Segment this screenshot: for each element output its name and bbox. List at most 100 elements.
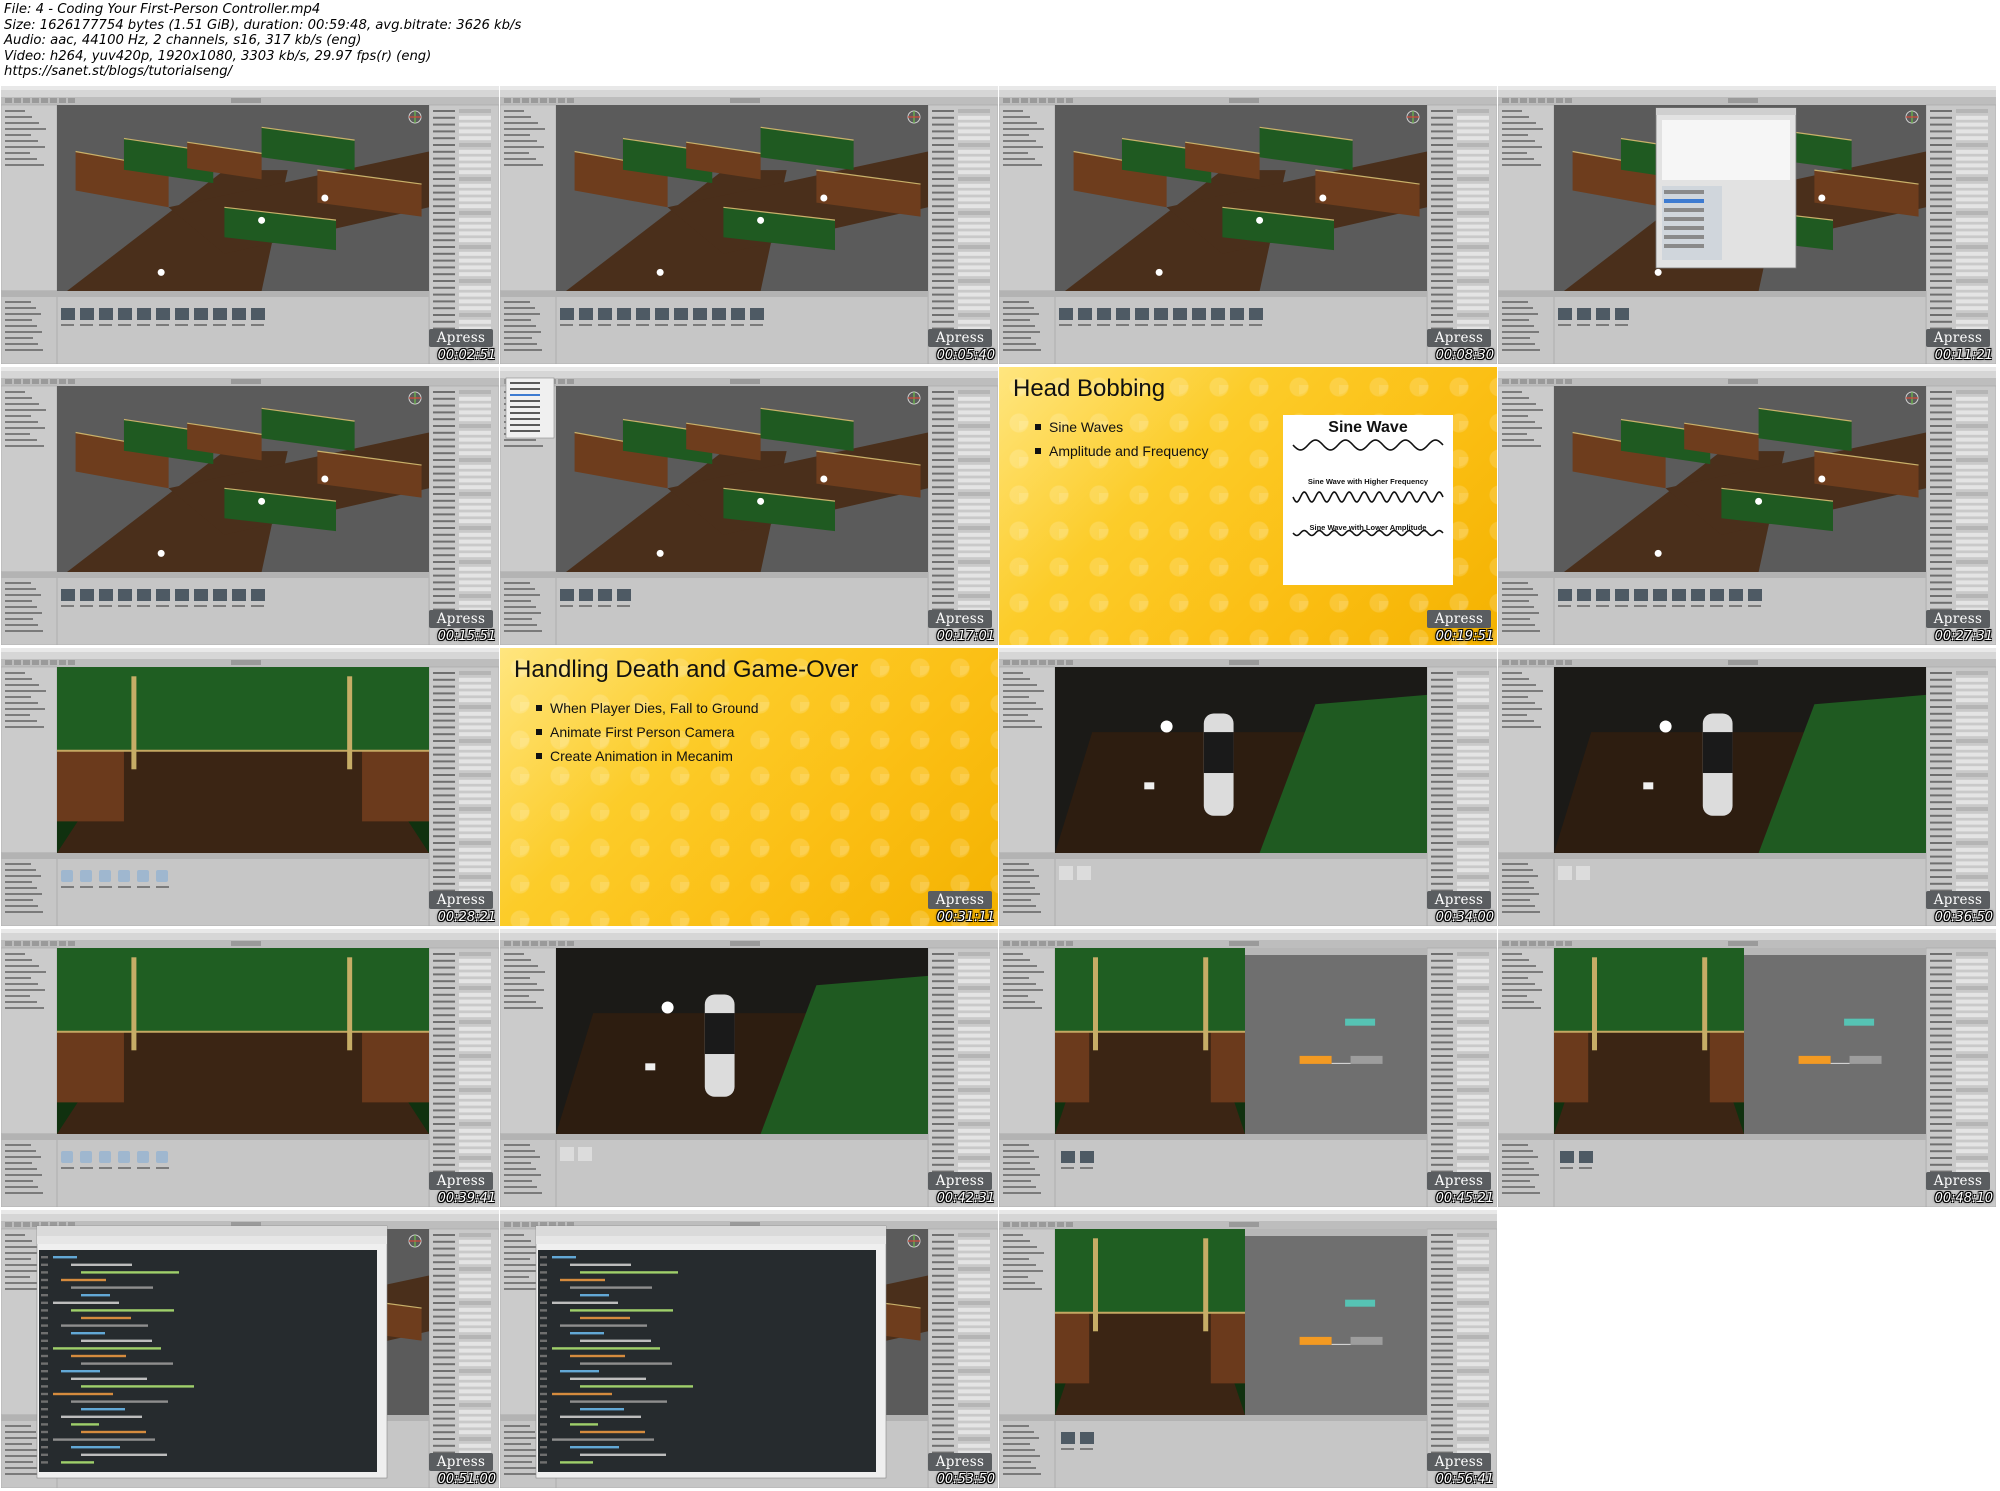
unity-editor-frame xyxy=(999,86,1497,364)
video-thumbnail[interactable]: Apress 00:51:00 xyxy=(1,1210,499,1488)
timestamp: 00:31:11 xyxy=(936,910,995,925)
thumbnail-content xyxy=(1498,86,1996,364)
slide-title: Head Bobbing xyxy=(1013,375,1166,402)
apress-logo: Apress xyxy=(928,329,992,347)
unity-editor-frame xyxy=(1498,367,1996,645)
video-thumbnail[interactable]: Apress 00:56:41 xyxy=(999,1210,1497,1488)
apress-logo: Apress xyxy=(928,891,992,909)
unity-editor-frame xyxy=(1,648,499,926)
timestamp: 00:39:41 xyxy=(437,1191,496,1206)
apress-logo: Apress xyxy=(429,1453,493,1471)
unity-editor-frame xyxy=(1,1210,499,1488)
file-info-video: Video: h264, yuv420p, 1920x1080, 3303 kb… xyxy=(4,48,432,64)
thumbnail-content: Handling Death and Game-Over When Player … xyxy=(500,648,998,926)
thumbnail-content xyxy=(1498,367,1996,645)
sine-wave-curves xyxy=(1292,439,1444,537)
timestamp: 00:36:50 xyxy=(1934,910,1993,925)
video-thumbnail[interactable]: Apress 00:34:00 xyxy=(999,648,1497,926)
unity-editor-frame xyxy=(999,929,1497,1207)
file-info-file: File: 4 - Coding Your First-Person Contr… xyxy=(4,2,321,17)
unity-editor-frame xyxy=(500,367,998,645)
apress-logo: Apress xyxy=(1926,1172,1990,1190)
video-thumbnail[interactable]: Apress 00:39:41 xyxy=(1,929,499,1207)
unity-editor-frame xyxy=(500,1210,998,1488)
slide-bullet: When Player Dies, Fall to Ground xyxy=(536,700,759,716)
apress-logo: Apress xyxy=(429,891,493,909)
thumbnail-content xyxy=(1,648,499,926)
video-thumbnail[interactable]: Apress 00:05:40 xyxy=(500,86,998,364)
thumbnail-content xyxy=(500,367,998,645)
apress-logo: Apress xyxy=(1427,1453,1491,1471)
timestamp: 00:53:50 xyxy=(936,1472,995,1487)
video-thumbnail[interactable]: Apress 00:45:21 xyxy=(999,929,1497,1207)
slide-bullets: Sine Waves Amplitude and Frequency xyxy=(1035,419,1209,467)
thumbnail-content xyxy=(999,86,1497,364)
unity-editor-frame xyxy=(1,929,499,1207)
timestamp: 00:19:51 xyxy=(1435,629,1494,644)
slide-title: Handling Death and Game-Over xyxy=(514,656,859,683)
timestamp: 00:45:21 xyxy=(1435,1191,1494,1206)
timestamp: 00:51:00 xyxy=(437,1472,496,1487)
video-thumbnail[interactable]: Head Bobbing Sine Waves Amplitude and Freq… xyxy=(999,367,1497,645)
video-thumbnail[interactable]: Handling Death and Game-Over When Player … xyxy=(500,648,998,926)
video-thumbnail[interactable]: Apress 00:11:21 xyxy=(1498,86,1996,364)
video-thumbnail[interactable]: Apress 00:17:01 xyxy=(500,367,998,645)
timestamp: 00:17:01 xyxy=(936,629,995,644)
sine-wave-label: Sine Wave with Higher Frequency xyxy=(1307,477,1429,486)
slide-bullets: When Player Dies, Fall to Ground Animate … xyxy=(536,700,759,772)
thumbnail-content xyxy=(500,929,998,1207)
thumbnail-content xyxy=(1,929,499,1207)
unity-editor-frame xyxy=(1498,648,1996,926)
slide-bullet: Amplitude and Frequency xyxy=(1035,443,1209,459)
apress-logo: Apress xyxy=(429,1172,493,1190)
unity-editor-frame xyxy=(500,86,998,364)
timestamp: 00:11:21 xyxy=(1934,348,1993,363)
thumbnail-content xyxy=(1,367,499,645)
apress-logo: Apress xyxy=(1926,891,1990,909)
apress-logo: Apress xyxy=(928,1453,992,1471)
video-thumbnail[interactable]: Apress 00:28:21 xyxy=(1,648,499,926)
timestamp: 00:02:51 xyxy=(437,348,496,363)
timestamp: 00:34:00 xyxy=(1435,910,1494,925)
apress-logo: Apress xyxy=(429,329,493,347)
slide-bullet: Create Animation in Mecanim xyxy=(536,748,759,764)
unity-editor-frame xyxy=(1498,86,1996,364)
timestamp: 00:56:41 xyxy=(1435,1472,1494,1487)
file-info: File: 4 - Coding Your First-Person Contr… xyxy=(4,2,1994,80)
thumbnail-content xyxy=(999,929,1497,1207)
thumbnail-content xyxy=(999,1210,1497,1488)
video-thumbnail[interactable]: Apress 00:27:31 xyxy=(1498,367,1996,645)
file-info-url: https://sanet.st/blogs/tutorialseng/ xyxy=(4,64,233,80)
apress-logo: Apress xyxy=(928,1172,992,1190)
timestamp: 00:08:30 xyxy=(1435,348,1494,363)
thumbnail-content xyxy=(500,86,998,364)
thumbnail-content xyxy=(1498,648,1996,926)
thumbnail-content xyxy=(1,86,499,364)
timestamp: 00:15:51 xyxy=(437,629,496,644)
video-thumbnail[interactable]: Apress 00:15:51 xyxy=(1,367,499,645)
sine-wave-figure: Sine Wave Sine Wave with Higher Frequency… xyxy=(1283,415,1453,585)
apress-logo: Apress xyxy=(1926,610,1990,628)
apress-logo: Apress xyxy=(1427,610,1491,628)
slide-bullet: Animate First Person Camera xyxy=(536,724,759,740)
apress-logo: Apress xyxy=(429,610,493,628)
slide-bullet: Sine Waves xyxy=(1035,419,1209,435)
sine-wave-label: Sine Wave with Lower Amplitude xyxy=(1309,523,1427,532)
video-thumbnail[interactable]: Apress 00:53:50 xyxy=(500,1210,998,1488)
thumbnail-content xyxy=(1498,929,1996,1207)
thumbnail-content xyxy=(1,1210,499,1488)
file-info-size: Size: 1626177754 bytes (1.51 GiB), durat… xyxy=(4,17,522,33)
video-thumbnail[interactable]: Apress 00:42:31 xyxy=(500,929,998,1207)
video-thumbnail[interactable]: Apress 00:48:10 xyxy=(1498,929,1996,1207)
apress-logo: Apress xyxy=(1427,329,1491,347)
video-thumbnail[interactable]: Apress 00:02:51 xyxy=(1,86,499,364)
apress-logo: Apress xyxy=(928,610,992,628)
file-info-audio: Audio: aac, 44100 Hz, 2 channels, s16, 3… xyxy=(4,33,362,49)
apress-logo: Apress xyxy=(1926,329,1990,347)
video-thumbnail[interactable]: Apress 00:36:50 xyxy=(1498,648,1996,926)
unity-editor-frame xyxy=(1,367,499,645)
timestamp: 00:48:10 xyxy=(1934,1191,1993,1206)
video-thumbnail[interactable]: Apress 00:08:30 xyxy=(999,86,1497,364)
unity-editor-frame xyxy=(1,86,499,364)
hexagon-pattern xyxy=(500,648,998,926)
